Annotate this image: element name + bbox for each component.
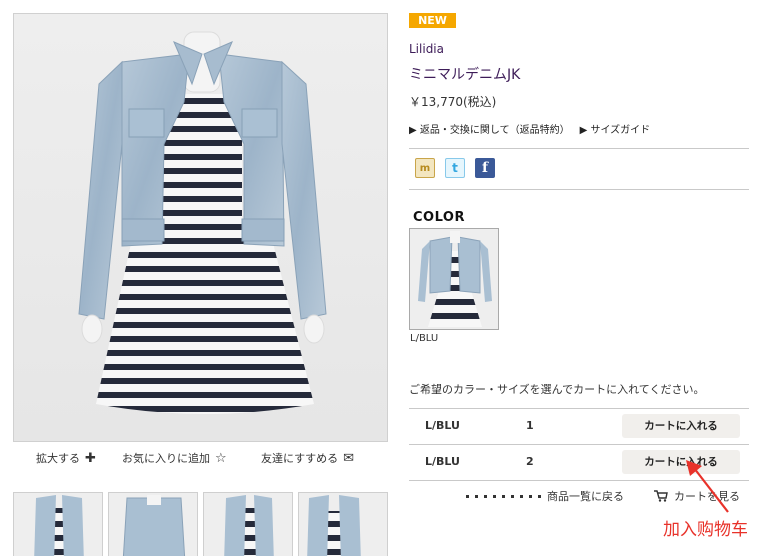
thumbnail[interactable] (203, 492, 293, 556)
photo-actions: 拡大する ✚ お気に入りに追加 ☆ 友達にすすめる ✉ (13, 450, 388, 468)
favorite-label: お気に入りに追加 (122, 452, 210, 465)
grid-icon (466, 494, 541, 498)
size-guide-link[interactable]: ▶ サイズガイド (580, 121, 651, 136)
brand-name[interactable]: Lilidia (409, 42, 444, 56)
add-favorite-button[interactable]: お気に入りに追加 ☆ (122, 450, 227, 466)
returns-link[interactable]: ▶ 返品・交換に関して（返品特約） (409, 121, 570, 136)
size-guide-link-label: サイズガイド (590, 125, 651, 136)
cart-icon (654, 490, 668, 502)
sku-row: L/BLU 1 カートに入れる (409, 408, 749, 444)
triangle-right-icon: ▶ (579, 125, 591, 136)
star-icon: ☆ (215, 450, 227, 466)
back-to-list-label: 商品一覧に戻る (547, 490, 624, 503)
share-friend-button[interactable]: 友達にすすめる ✉ (261, 450, 354, 466)
thumbnail-image (34, 495, 84, 556)
color-heading: COLOR (413, 210, 465, 225)
sku-color: L/BLU (425, 455, 460, 468)
social-share: m t f (415, 158, 495, 178)
swatch-image (418, 231, 492, 327)
facebook-icon[interactable]: f (475, 158, 495, 178)
thumbnail[interactable] (13, 492, 103, 556)
thumbnail-image (224, 495, 274, 556)
back-to-list-link[interactable]: 商品一覧に戻る (466, 488, 624, 504)
twitter-icon[interactable]: t (445, 158, 465, 178)
mail-icon: ✉ (343, 450, 355, 466)
thumbnail-image (122, 495, 186, 556)
product-price: ￥13,770(税込) (409, 95, 497, 109)
add-to-cart-button[interactable]: カートに入れる (622, 414, 740, 438)
annotation-text: 加入购物车 (663, 520, 748, 540)
instruction-text: ご希望のカラー・サイズを選んでカートに入れてください。 (409, 383, 705, 396)
info-links: ▶ 返品・交換に関して（返品特約） ▶ サイズガイド (409, 121, 650, 136)
annotation-arrow (686, 460, 729, 513)
share-label: 友達にすすめる (261, 452, 339, 465)
thumbnail[interactable] (108, 492, 198, 556)
sku-color: L/BLU (425, 419, 460, 432)
plus-icon: ✚ (85, 450, 96, 466)
triangle-right-icon: ▶ (409, 125, 420, 136)
sku-size: 1 (526, 419, 534, 432)
new-badge: NEW (409, 13, 456, 28)
mixi-icon[interactable]: m (415, 158, 435, 178)
product-image (78, 31, 327, 414)
divider (409, 148, 749, 149)
main-product-photo[interactable] (13, 13, 388, 442)
color-swatch-label: L/BLU (410, 333, 439, 344)
zoom-label: 拡大する (36, 452, 80, 465)
product-title: ミニマルデニムJK (409, 67, 521, 83)
returns-link-label: 返品・交換に関して（返品特約） (419, 125, 570, 136)
thumbnail[interactable] (298, 492, 388, 556)
thumbnail-strip (13, 492, 388, 556)
zoom-button[interactable]: 拡大する ✚ (36, 450, 96, 466)
thumbnail-image (307, 495, 361, 556)
sku-size: 2 (526, 455, 534, 468)
divider (409, 189, 749, 190)
color-swatch-lblu[interactable] (409, 228, 499, 330)
